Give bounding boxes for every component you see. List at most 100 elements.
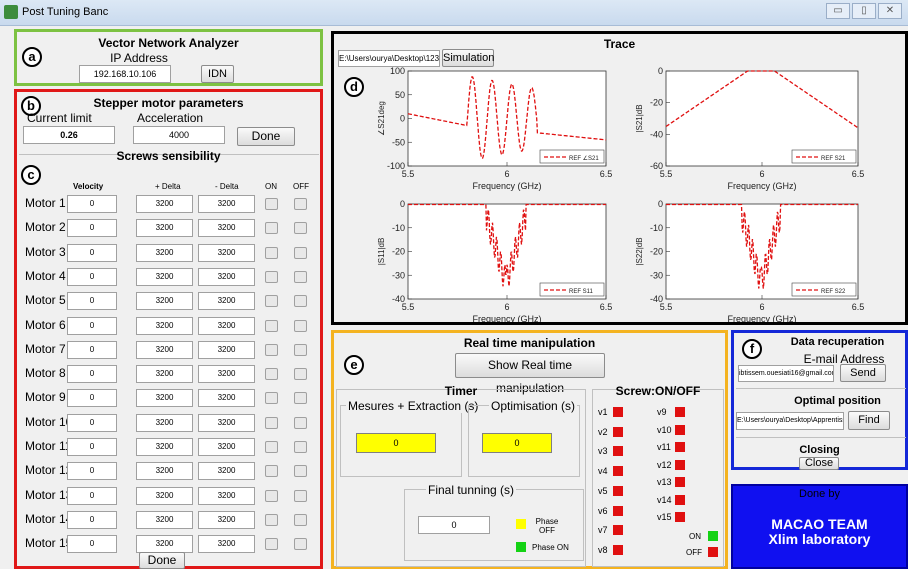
on-checkbox[interactable] — [265, 270, 278, 283]
plus-delta-input[interactable]: 3200 — [136, 389, 193, 408]
minus-delta-input[interactable]: 3200 — [198, 340, 255, 359]
velocity-input[interactable]: 0 — [67, 535, 117, 554]
off-checkbox[interactable] — [294, 319, 307, 332]
minus-delta-input[interactable]: 3200 — [198, 462, 255, 481]
optimal-path-input[interactable]: E:\Users\ourya\Desktop\Apprentissage — [736, 412, 844, 430]
minus-delta-input[interactable]: 3200 — [198, 438, 255, 456]
off-checkbox[interactable] — [294, 368, 307, 381]
plus-delta-input[interactable]: 3200 — [136, 438, 193, 456]
off-checkbox[interactable] — [294, 343, 307, 356]
final-value-input[interactable]: 0 — [418, 516, 490, 534]
off-checkbox[interactable] — [294, 489, 307, 502]
velocity-input[interactable]: 0 — [67, 219, 117, 238]
on-checkbox[interactable] — [265, 392, 278, 405]
on-checkbox[interactable] — [265, 513, 278, 526]
off-checkbox[interactable] — [294, 441, 307, 453]
x-axis-label: Frequency (GHz) — [472, 314, 541, 322]
off-checkbox[interactable] — [294, 465, 307, 478]
off-checkbox[interactable] — [294, 222, 307, 235]
plus-delta-input[interactable]: 3200 — [136, 413, 193, 432]
velocity-input[interactable]: 0 — [67, 195, 117, 213]
plus-delta-input[interactable]: 3200 — [136, 340, 193, 359]
off-checkbox[interactable] — [294, 392, 307, 405]
on-checkbox[interactable] — [265, 319, 278, 332]
maximize-button[interactable]: ▯ — [852, 3, 876, 19]
close-button[interactable]: Close — [799, 457, 839, 470]
minus-delta-input[interactable]: 3200 — [198, 486, 255, 505]
on-checkbox[interactable] — [265, 246, 278, 259]
minus-delta-input[interactable]: 3200 — [198, 365, 255, 384]
minus-delta-input[interactable]: 3200 — [198, 413, 255, 432]
motor-label: Motor 6 — [25, 317, 66, 332]
plus-delta-input[interactable]: 3200 — [136, 535, 193, 554]
minus-delta-input[interactable]: 3200 — [198, 219, 255, 238]
off-checkbox[interactable] — [294, 416, 307, 429]
acceleration-input[interactable]: 4000 — [133, 126, 225, 144]
plus-delta-input[interactable]: 3200 — [136, 219, 193, 238]
show-realtime-button[interactable]: Show Real time manipulation — [455, 353, 605, 395]
velocity-input[interactable]: 0 — [67, 389, 117, 408]
close-window-button[interactable]: ✕ — [878, 3, 902, 19]
find-button[interactable]: Find — [848, 411, 890, 430]
plus-delta-input[interactable]: 3200 — [136, 365, 193, 384]
minus-delta-input[interactable]: 3200 — [198, 316, 255, 335]
current-limit-input[interactable]: 0.26 — [23, 126, 115, 144]
on-checkbox[interactable] — [265, 368, 278, 381]
app-icon — [4, 5, 18, 19]
screw-label: v12 — [657, 459, 672, 470]
on-checkbox[interactable] — [265, 538, 278, 551]
plus-delta-input[interactable]: 3200 — [136, 292, 193, 311]
on-checkbox[interactable] — [265, 489, 278, 502]
off-checkbox[interactable] — [294, 295, 307, 308]
velocity-input[interactable]: 0 — [67, 243, 117, 262]
on-checkbox[interactable] — [265, 222, 278, 235]
x-tick-label: 6 — [504, 169, 509, 179]
screw-label: v7 — [598, 525, 608, 536]
stepper-done-button[interactable]: Done — [237, 127, 295, 146]
off-checkbox[interactable] — [294, 198, 307, 210]
velocity-input[interactable]: 0 — [67, 340, 117, 359]
on-checkbox[interactable] — [265, 416, 278, 429]
plus-delta-input[interactable]: 3200 — [136, 486, 193, 505]
velocity-input[interactable]: 0 — [67, 486, 117, 505]
velocity-input[interactable]: 0 — [67, 438, 117, 456]
plus-delta-input[interactable]: 3200 — [136, 510, 193, 529]
velocity-input[interactable]: 0 — [67, 365, 117, 384]
velocity-input[interactable]: 0 — [67, 462, 117, 481]
velocity-input[interactable]: 0 — [67, 267, 117, 286]
minus-delta-input[interactable]: 3200 — [198, 535, 255, 554]
phase-on-led — [516, 542, 526, 552]
minus-delta-input[interactable]: 3200 — [198, 292, 255, 311]
minus-delta-input[interactable]: 3200 — [198, 510, 255, 529]
minus-delta-input[interactable]: 3200 — [198, 243, 255, 262]
plus-delta-input[interactable]: 3200 — [136, 243, 193, 262]
on-checkbox[interactable] — [265, 343, 278, 356]
minus-delta-input[interactable]: 3200 — [198, 195, 255, 213]
plus-delta-input[interactable]: 3200 — [136, 195, 193, 213]
ip-address-input[interactable]: 192.168.10.106 — [79, 65, 171, 83]
off-checkbox[interactable] — [294, 270, 307, 283]
velocity-input[interactable]: 0 — [67, 413, 117, 432]
minimize-button[interactable]: ▭ — [826, 3, 850, 19]
on-checkbox[interactable] — [265, 198, 278, 210]
optim-label: Optimisation (s) — [489, 399, 578, 413]
velocity-input[interactable]: 0 — [67, 510, 117, 529]
off-checkbox[interactable] — [294, 538, 307, 551]
window-controls: ▭ ▯ ✕ — [826, 3, 902, 19]
velocity-input[interactable]: 0 — [67, 292, 117, 311]
on-checkbox[interactable] — [265, 441, 278, 453]
on-checkbox[interactable] — [265, 295, 278, 308]
on-checkbox[interactable] — [265, 465, 278, 478]
screws-done-button[interactable]: Done — [139, 552, 185, 569]
email-input[interactable]: ibtissem.ouesiati16@gmail.com — [738, 365, 834, 382]
off-checkbox[interactable] — [294, 513, 307, 526]
minus-delta-input[interactable]: 3200 — [198, 267, 255, 286]
plus-delta-input[interactable]: 3200 — [136, 462, 193, 481]
plus-delta-input[interactable]: 3200 — [136, 316, 193, 335]
velocity-input[interactable]: 0 — [67, 316, 117, 335]
plus-delta-input[interactable]: 3200 — [136, 267, 193, 286]
send-button[interactable]: Send — [840, 364, 886, 382]
minus-delta-input[interactable]: 3200 — [198, 389, 255, 408]
off-checkbox[interactable] — [294, 246, 307, 259]
idn-button[interactable]: IDN — [201, 65, 234, 83]
